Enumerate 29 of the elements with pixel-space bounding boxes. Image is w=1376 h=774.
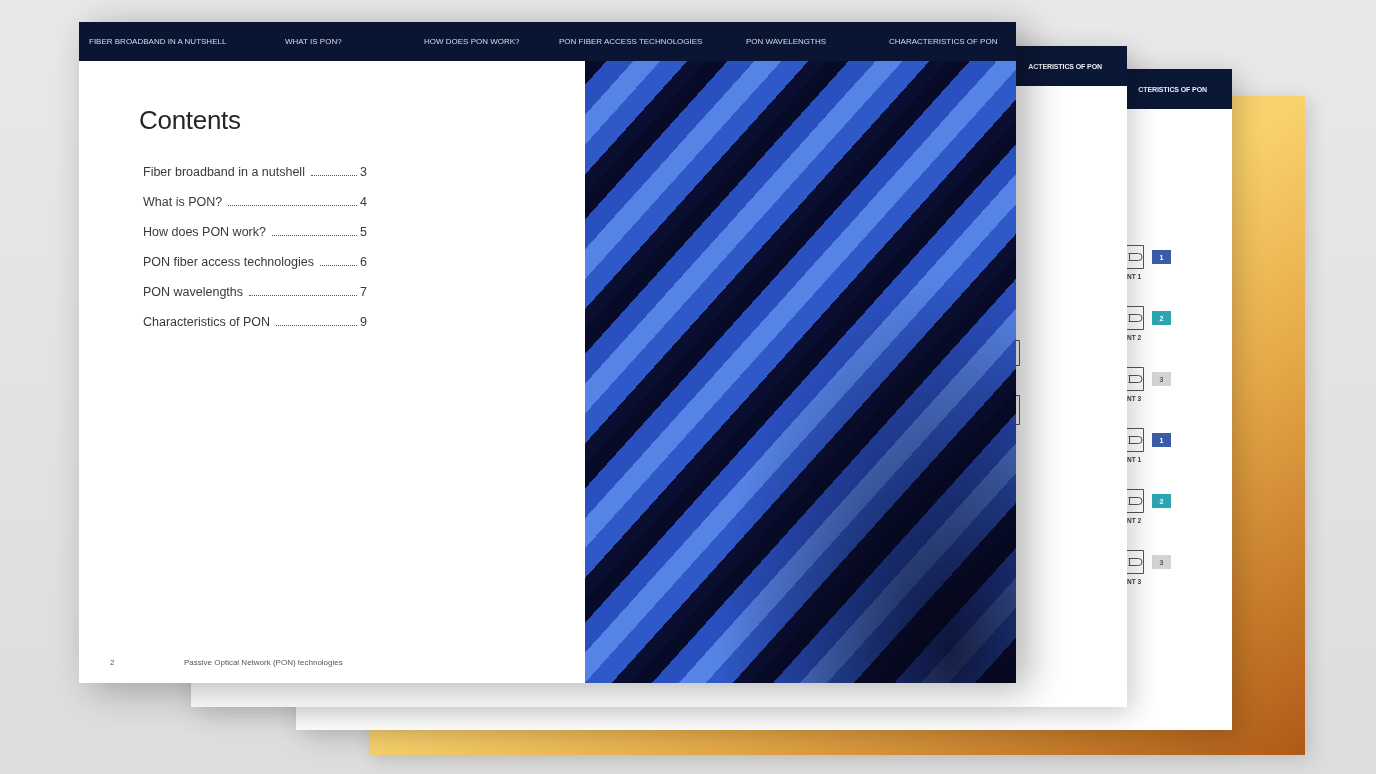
contents-heading: Contents — [139, 105, 241, 135]
section-title: HOW DOES PON WORK? — [424, 37, 520, 46]
toc-page-number: 6 — [360, 254, 367, 271]
section-title: PON FIBER ACCESS TECHNOLOGIES — [559, 37, 703, 46]
ont-device-icon — [1127, 306, 1144, 330]
toc-entry-title: PON wavelengths — [143, 284, 244, 301]
toc-page-number: 7 — [360, 284, 367, 301]
toc-page-number: 4 — [360, 194, 367, 211]
ont-device-icon — [1127, 428, 1144, 452]
section-title: CHARACTERISTICS OF PON — [889, 37, 998, 46]
page-number: 2 — [110, 658, 115, 667]
bracket-icon — [1016, 395, 1020, 425]
toc-entry-title: Fiber broadband in a nutshell — [143, 164, 305, 181]
section-title: FIBER BROADBAND IN A NUTSHELL — [89, 37, 227, 46]
ont-device-icon — [1127, 245, 1144, 269]
section-title: WHAT IS PON? — [285, 37, 342, 46]
ont-device-icon — [1127, 550, 1144, 574]
toc-entry-title: Characteristics of PON — [143, 314, 271, 331]
toc-page-number: 9 — [360, 314, 367, 331]
toc-entry-title: What is PON? — [143, 194, 223, 211]
toc-entry-title: PON fiber access technologies — [143, 254, 314, 271]
toc-entry-title: How does PON work? — [143, 224, 266, 241]
toc-page-number: 3 — [360, 164, 367, 181]
ont-device-icon — [1127, 367, 1144, 391]
bracket-icon — [1016, 340, 1020, 366]
ont-device-icon — [1127, 489, 1144, 513]
toc-page-number: 5 — [360, 224, 367, 241]
section-title: PON WAVELENGTHS — [746, 37, 826, 46]
footer-title: Passive Optical Network (PON) technologies — [184, 658, 343, 667]
